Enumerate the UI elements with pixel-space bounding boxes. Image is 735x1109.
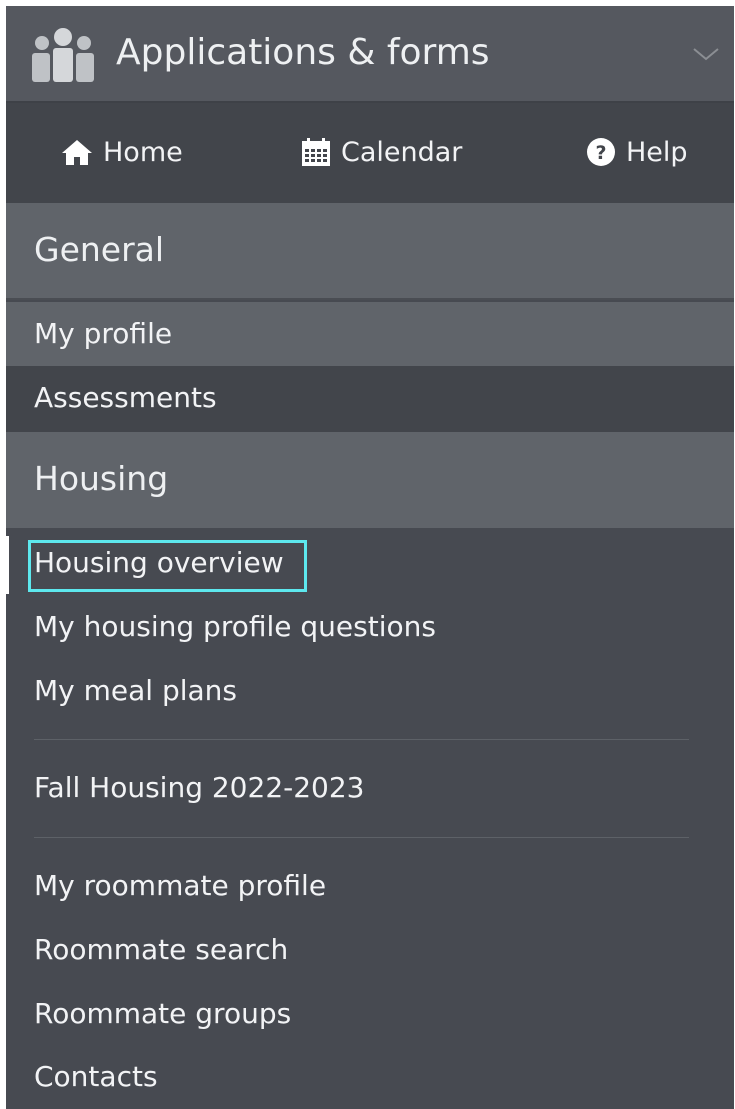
calendar-icon [302, 138, 330, 166]
section-title-general: General [34, 230, 165, 269]
section-header-housing: Housing [6, 432, 734, 528]
menu-item-meal-plans[interactable]: My meal plans [6, 659, 734, 723]
chevron-down-icon[interactable] [692, 46, 720, 62]
question-circle-icon: ? [587, 138, 615, 166]
menu-item-my-profile[interactable]: My profile [6, 302, 734, 366]
menu-item-label: Housing overview [34, 546, 284, 579]
menu-item-contacts[interactable]: Contacts [6, 1045, 734, 1109]
menu-item-label: My meal plans [34, 674, 238, 707]
menu-item-label: Roommate search [34, 933, 289, 966]
home-icon [62, 140, 92, 165]
menu-item-label: My housing profile questions [34, 610, 436, 643]
people-group-icon [32, 28, 94, 82]
section-header-general: General [6, 203, 734, 300]
menu-item-assessments[interactable]: Assessments [6, 366, 734, 432]
svg-text:?: ? [595, 142, 606, 164]
sidebar-panel: Applications & forms Home Calendar ? Hel… [6, 6, 734, 1109]
nav-help-link[interactable]: ? Help [586, 133, 688, 171]
menu-item-housing-profile-questions[interactable]: My housing profile questions [6, 595, 734, 659]
menu-item-roommate-search[interactable]: Roommate search [6, 918, 734, 982]
nav-home-label: Home [103, 136, 183, 168]
menu-item-label: Assessments [34, 381, 217, 414]
menu-item-housing-overview[interactable]: Housing overview [6, 531, 734, 595]
app-header[interactable]: Applications & forms [6, 6, 734, 103]
nav-home-link[interactable]: Home [61, 133, 183, 171]
menu-item-roommate-groups[interactable]: Roommate groups [6, 982, 734, 1046]
menu-item-label: Contacts [34, 1060, 158, 1093]
menu-item-roommate-profile[interactable]: My roommate profile [6, 854, 734, 918]
menu-item-label: Fall Housing 2022-2023 [34, 771, 365, 804]
app-title: Applications & forms [116, 32, 490, 73]
menu-item-label: Roommate groups [34, 997, 292, 1030]
menu-item-label: My roommate profile [34, 869, 327, 902]
nav-calendar-link[interactable]: Calendar [301, 133, 462, 171]
menu-item-label: My profile [34, 317, 173, 350]
menu-divider [34, 739, 689, 740]
section-title-housing: Housing [34, 459, 169, 498]
nav-help-label: Help [626, 136, 688, 168]
menu-item-fall-housing[interactable]: Fall Housing 2022-2023 [6, 756, 734, 820]
top-nav: Home Calendar ? Help [6, 103, 734, 203]
nav-calendar-label: Calendar [341, 136, 463, 168]
menu-divider [34, 837, 689, 838]
